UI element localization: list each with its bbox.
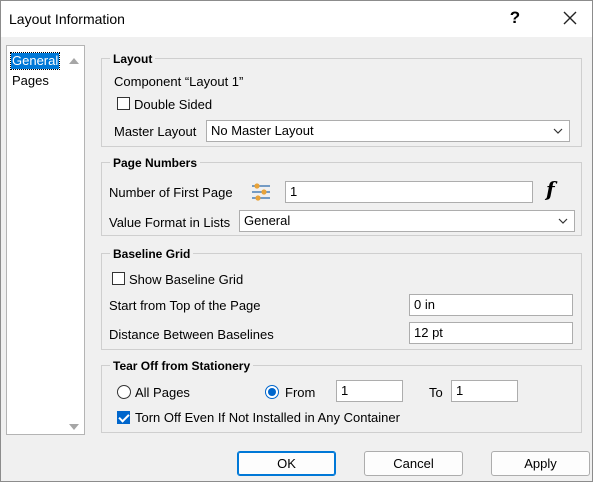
component-text: Component “Layout 1”	[114, 74, 244, 89]
tear-off-group-title: Tear Off from Stationery	[110, 359, 254, 373]
value-format-value: General	[244, 213, 291, 228]
double-sided-checkbox[interactable]	[117, 97, 130, 110]
scroll-up-icon[interactable]	[67, 56, 81, 66]
chevron-down-icon	[553, 128, 563, 134]
sliders-icon	[252, 183, 270, 201]
window-title: Layout Information	[9, 11, 125, 27]
ok-button[interactable]: OK	[237, 451, 336, 476]
page-numbers-group-title: Page Numbers	[110, 156, 201, 170]
master-layout-value: No Master Layout	[211, 123, 314, 138]
to-input[interactable]: 1	[451, 380, 518, 402]
value-format-label: Value Format in Lists	[109, 215, 231, 230]
show-baseline-grid-label: Show Baseline Grid	[129, 272, 244, 287]
torn-off-checkbox[interactable]	[117, 411, 130, 424]
baseline-grid-group: Baseline Grid Show Baseline Grid Start f…	[101, 247, 582, 350]
chevron-down-icon	[558, 218, 568, 224]
torn-off-label: Torn Off Even If Not Installed in Any Co…	[135, 410, 400, 425]
all-pages-label: All Pages	[135, 385, 190, 400]
from-radio[interactable]	[265, 385, 279, 399]
distance-input[interactable]: 12 pt	[409, 322, 573, 344]
value-format-select[interactable]: General	[239, 210, 575, 232]
scroll-down-icon[interactable]	[67, 422, 81, 432]
cancel-button[interactable]: Cancel	[364, 451, 463, 476]
master-layout-select[interactable]: No Master Layout	[206, 120, 570, 142]
function-icon[interactable]: f	[546, 177, 555, 201]
first-page-label: Number of First Page	[109, 185, 233, 200]
close-button[interactable]	[560, 8, 580, 28]
start-from-top-input[interactable]: 0 in	[409, 294, 573, 316]
from-input[interactable]: 1	[336, 380, 403, 402]
first-page-input[interactable]: 1	[285, 181, 533, 203]
category-list: General Pages	[6, 45, 85, 435]
from-label: From	[285, 385, 316, 400]
nav-item-pages[interactable]: Pages	[11, 73, 50, 89]
all-pages-radio[interactable]	[117, 385, 131, 399]
master-layout-label: Master Layout	[114, 124, 197, 139]
nav-item-general[interactable]: General	[9, 52, 61, 70]
numbering-style-button[interactable]	[249, 180, 273, 204]
help-button[interactable]: ?	[506, 8, 524, 28]
baseline-grid-group-title: Baseline Grid	[110, 247, 194, 261]
start-from-top-label: Start from Top of the Page	[109, 298, 261, 313]
to-label: To	[429, 385, 443, 400]
layout-group: Layout Component “Layout 1” Double Sided…	[101, 52, 582, 147]
layout-group-title: Layout	[110, 52, 156, 66]
show-baseline-grid-checkbox[interactable]	[112, 272, 125, 285]
close-icon	[563, 11, 577, 25]
layout-information-dialog: Layout Information ? General Pages Layou…	[0, 0, 593, 482]
distance-label: Distance Between Baselines	[109, 327, 274, 342]
page-numbers-group: Page Numbers Number of First Page 1 f Va…	[101, 156, 582, 236]
tear-off-group: Tear Off from Stationery All Pages From …	[101, 359, 582, 433]
double-sided-label: Double Sided	[134, 97, 213, 112]
apply-button[interactable]: Apply	[491, 451, 590, 476]
title-bar: Layout Information ?	[1, 1, 592, 37]
